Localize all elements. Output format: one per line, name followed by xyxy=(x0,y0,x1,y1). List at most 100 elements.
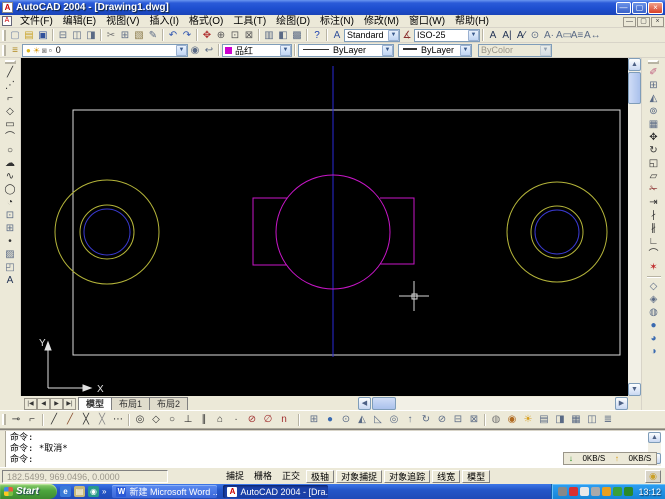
properties-icon[interactable]: ▥ xyxy=(262,29,276,42)
snap-endpoint-icon[interactable]: ╱ xyxy=(46,412,62,427)
box-icon[interactable]: ⊞ xyxy=(306,412,322,427)
erase-icon[interactable]: ✐ xyxy=(646,66,662,79)
scale-icon[interactable]: ◱ xyxy=(646,157,662,170)
snap-intersection-icon[interactable]: ╳ xyxy=(78,412,94,427)
sphere-icon[interactable]: ● xyxy=(322,412,338,427)
menu-modify[interactable]: 修改(M) xyxy=(359,15,404,28)
designcenter-icon[interactable]: ◧ xyxy=(276,29,290,42)
render-icon[interactable]: ◉ xyxy=(504,412,520,427)
mirror-icon[interactable]: ◭ xyxy=(646,92,662,105)
torus-icon[interactable]: ◎ xyxy=(386,412,402,427)
lights-icon[interactable]: ☀ xyxy=(520,412,536,427)
rectangle-icon[interactable]: ▭ xyxy=(2,118,18,131)
publish-icon[interactable]: ◨ xyxy=(84,29,98,42)
dim-style-select[interactable]: ISO-25 ▼ xyxy=(414,29,480,42)
go-last-tab-button[interactable]: ▶| xyxy=(63,398,76,410)
find-replace-icon[interactable]: ⊙ xyxy=(528,29,542,42)
section-icon[interactable]: ⊟ xyxy=(450,412,466,427)
flat-shaded-icon[interactable]: ● xyxy=(646,319,662,332)
make-block-icon[interactable]: ⊞ xyxy=(2,222,18,235)
toggle-snap[interactable]: 捕捉 xyxy=(222,470,248,483)
network-speed-widget[interactable]: ↓ 0KB/S ↑ 0KB/S xyxy=(563,452,657,465)
snap-tangent-icon[interactable]: ○ xyxy=(164,412,180,427)
toggle-ortho[interactable]: 正交 xyxy=(278,470,304,483)
polygon-icon[interactable]: ◇ xyxy=(2,105,18,118)
linetype-select[interactable]: ByLayer ▼ xyxy=(298,44,394,57)
snap-none-icon[interactable]: ∅ xyxy=(260,412,276,427)
ellipse-arc-icon[interactable]: ◔ xyxy=(2,196,18,209)
tray-antivirus-icon[interactable] xyxy=(569,487,578,496)
scroll-up-icon[interactable]: ▲ xyxy=(648,432,661,443)
hatch-icon[interactable]: ▨ xyxy=(2,248,18,261)
toolbar-grip[interactable] xyxy=(2,30,6,41)
move-icon[interactable]: ✥ xyxy=(646,131,662,144)
materials-icon[interactable]: ◨ xyxy=(552,412,568,427)
ellipse-icon[interactable]: ◯ xyxy=(2,183,18,196)
chevron-down-icon[interactable]: ▼ xyxy=(280,45,291,56)
snap-from-icon[interactable]: ⌐ xyxy=(24,412,40,427)
snap-midpoint-icon[interactable]: ╱ xyxy=(62,412,78,427)
layer-select[interactable]: ●☀◙▫ 0 ▼ xyxy=(22,44,188,57)
text-style-manager-icon[interactable]: A xyxy=(330,29,344,42)
wedge-icon[interactable]: ◺ xyxy=(370,412,386,427)
horizontal-scrollbar[interactable]: ◀ xyxy=(358,397,615,410)
pan-icon[interactable]: ✥ xyxy=(200,29,214,42)
scroll-left-icon[interactable]: ◀ xyxy=(358,397,371,410)
gouraud-shaded-icon[interactable]: ◕ xyxy=(646,332,662,345)
child-restore-button[interactable]: ▢ xyxy=(637,17,650,27)
slice-icon[interactable]: ⊘ xyxy=(434,412,450,427)
horizontal-scroll-thumb[interactable] xyxy=(372,397,396,410)
text-style-icon[interactable]: A· xyxy=(542,29,556,42)
convert-text-icon[interactable]: A↔ xyxy=(584,29,598,42)
mtext-icon[interactable]: A xyxy=(486,29,500,42)
tab-model[interactable]: 模型 xyxy=(78,397,112,410)
toolbar-grip[interactable] xyxy=(2,45,6,56)
menu-edit[interactable]: 编辑(E) xyxy=(58,15,101,28)
tab-layout2[interactable]: 布局2 xyxy=(149,397,188,410)
toggle-polar[interactable]: 极轴 xyxy=(306,470,334,483)
tray-device-icon[interactable] xyxy=(558,487,567,496)
revolve-icon[interactable]: ↻ xyxy=(418,412,434,427)
tray-messenger-icon[interactable] xyxy=(580,487,589,496)
taskbar-clock[interactable]: 13:12 xyxy=(638,487,661,497)
restore-button[interactable]: ▢ xyxy=(632,2,647,14)
menu-file[interactable]: 文件(F) xyxy=(15,15,58,28)
lineweight-select[interactable]: ByLayer ▼ xyxy=(398,44,472,57)
single-line-text-icon[interactable]: A| xyxy=(500,29,514,42)
stretch-icon[interactable]: ▱ xyxy=(646,170,662,183)
zoom-previous-icon[interactable]: ⊠ xyxy=(242,29,256,42)
scroll-up-icon[interactable]: ▲ xyxy=(628,58,641,71)
toggle-grid[interactable]: 栅格 xyxy=(250,470,276,483)
tray-input-method-icon[interactable] xyxy=(591,487,600,496)
zoom-realtime-icon[interactable]: ⊕ xyxy=(214,29,228,42)
circle-icon[interactable]: ○ xyxy=(2,144,18,157)
extrude-icon[interactable]: ↑ xyxy=(402,412,418,427)
menu-help[interactable]: 帮助(H) xyxy=(450,15,494,28)
break-icon[interactable]: ∦ xyxy=(646,222,662,235)
go-first-tab-button[interactable]: |◀ xyxy=(24,398,37,410)
toolbar-grip[interactable] xyxy=(2,414,6,425)
tray-update-icon[interactable] xyxy=(602,487,611,496)
minimize-button[interactable]: — xyxy=(616,2,631,14)
toggle-lineweight[interactable]: 线宽 xyxy=(432,470,460,483)
open-icon[interactable]: ▤ xyxy=(22,29,36,42)
new-icon[interactable]: ▢ xyxy=(8,29,22,42)
plot-icon[interactable]: ⊟ xyxy=(56,29,70,42)
menu-format[interactable]: 格式(O) xyxy=(184,15,228,28)
spline-icon[interactable]: ∿ xyxy=(2,170,18,183)
redo-icon[interactable]: ↷ xyxy=(180,29,194,42)
snap-node-icon[interactable]: ∙ xyxy=(228,412,244,427)
toolbar-grip[interactable] xyxy=(648,60,659,64)
copy-icon[interactable]: ⊞ xyxy=(118,29,132,42)
media-player-icon[interactable]: ◉ xyxy=(88,486,99,497)
chevron-down-icon[interactable]: ▼ xyxy=(382,45,393,56)
fillet-icon[interactable]: ⌒ xyxy=(646,248,662,261)
snap-center-icon[interactable]: ◎ xyxy=(132,412,148,427)
plot-preview-icon[interactable]: ◫ xyxy=(70,29,84,42)
menu-view[interactable]: 视图(V) xyxy=(101,15,144,28)
osnap-settings-icon[interactable]: n xyxy=(276,412,292,427)
child-minimize-button[interactable]: — xyxy=(623,17,636,27)
flat-shaded-edges-icon[interactable]: ◑ xyxy=(646,345,662,358)
start-button[interactable]: Start xyxy=(0,484,57,499)
paste-icon[interactable]: ▧ xyxy=(132,29,146,42)
